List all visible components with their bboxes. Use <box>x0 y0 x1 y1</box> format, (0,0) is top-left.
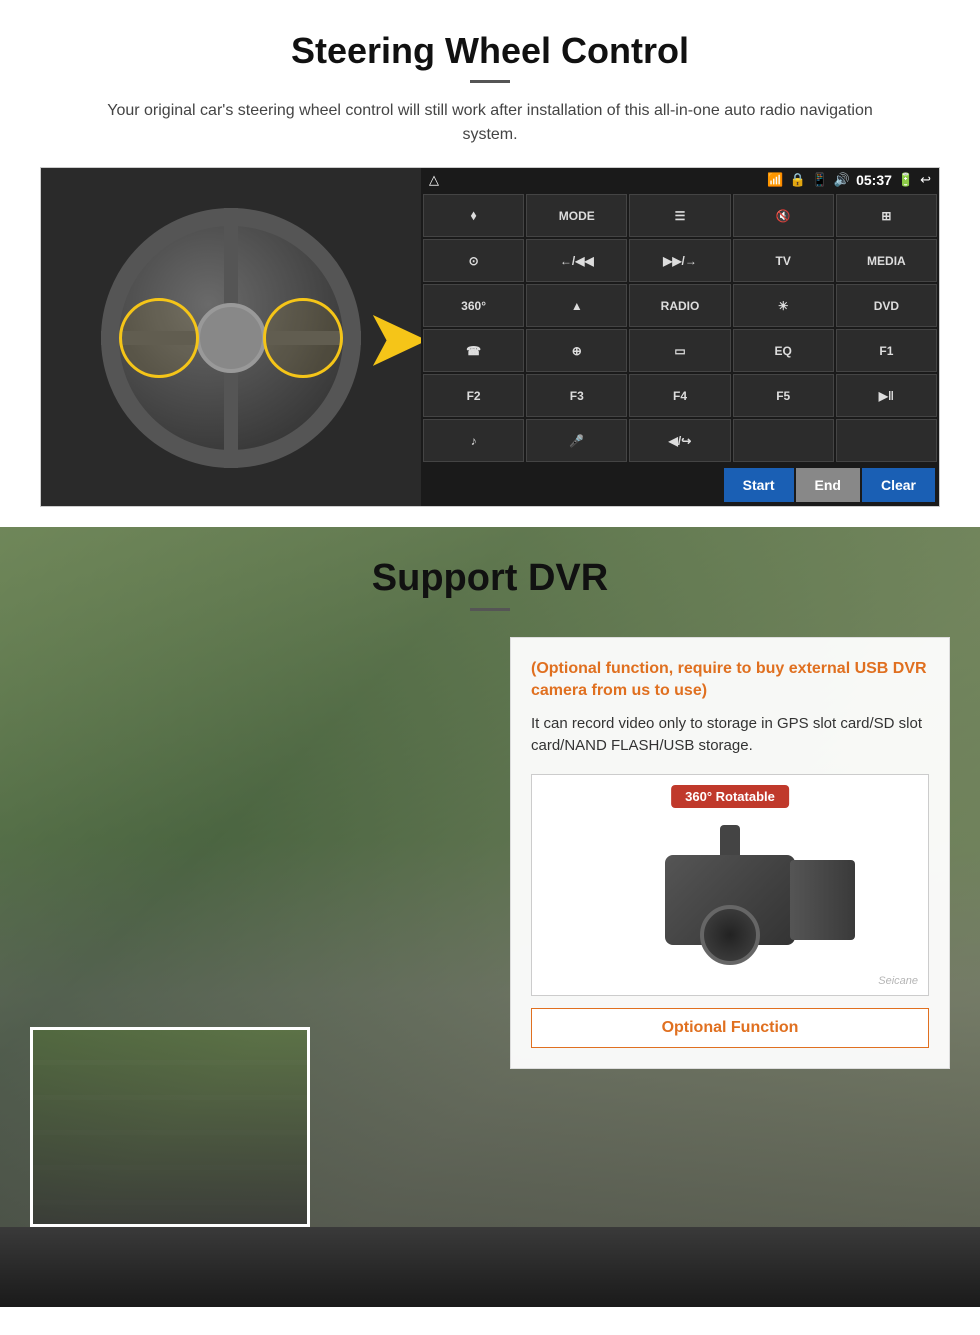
radio-button-grid[interactable]: ⬧ MODE ☰ 🔇 ⊞ ⊙ ←/◀◀ ▶▶/→ TV MEDIA 360° ▲… <box>421 192 939 464</box>
radio-btn-media[interactable]: MEDIA <box>836 239 937 282</box>
inset-road-graphic <box>33 1030 307 1224</box>
section-steering-wheel: Steering Wheel Control Your original car… <box>0 0 980 527</box>
radio-btn-f5[interactable]: F5 <box>733 374 834 417</box>
title-divider <box>470 80 510 83</box>
dvr-info-card: (Optional function, require to buy exter… <box>510 637 950 1069</box>
sw-highlight-left <box>119 298 199 378</box>
arrow-icon: ➤ <box>364 292 421 385</box>
radio-btn-screen[interactable]: ▭ <box>629 329 730 372</box>
radio-btn-radio[interactable]: RADIO <box>629 284 730 327</box>
dvr-body-text: It can record video only to storage in G… <box>531 713 929 758</box>
dvr-camera-box: 360° Rotatable ↺ Seicane <box>531 774 929 996</box>
radio-btn-brightness[interactable]: ☀ <box>733 284 834 327</box>
sw-center-hub <box>196 303 266 373</box>
radio-btn-mic[interactable]: 🎤 <box>526 419 627 462</box>
radio-btn-music[interactable]: ♪ <box>423 419 524 462</box>
radio-top-bar: △ 📶 🔒 📱 🔊 05:37 🔋 ↩ <box>421 168 939 192</box>
end-button[interactable]: End <box>796 468 860 502</box>
radio-btn-eject[interactable]: ▲ <box>526 284 627 327</box>
brand-watermark: Seicane <box>878 975 918 987</box>
steering-wheel-container: ➤ △ 📶 🔒 📱 🔊 05:37 🔋 ↩ ⬧ MODE <box>40 167 940 507</box>
dvr-title: Support DVR <box>0 557 980 600</box>
dashboard-strip <box>0 1227 980 1307</box>
dvr-title-divider <box>470 608 510 611</box>
camera-graphic: ↺ <box>552 795 908 975</box>
radio-btn-empty1 <box>733 419 834 462</box>
radio-btn-phone[interactable]: ☎ <box>423 329 524 372</box>
dvr-inset-image <box>30 1027 310 1227</box>
dvr-background: Support DVR (Optional function, require … <box>0 527 980 1307</box>
optional-function-button[interactable]: Optional Function <box>531 1008 929 1048</box>
section-dvr: Support DVR (Optional function, require … <box>0 527 980 1307</box>
radio-bottom-bar: Start End Clear <box>421 464 939 506</box>
radio-btn-prev[interactable]: ←/◀◀ <box>526 239 627 282</box>
radio-btn-settings[interactable]: ⊙ <box>423 239 524 282</box>
battery-icon: 🔋 <box>898 172 914 188</box>
clear-button[interactable]: Clear <box>862 468 935 502</box>
back-icon: ↩ <box>920 172 931 188</box>
lock-icon: 🔒 <box>790 172 806 188</box>
radio-btn-nav[interactable]: ⬧ <box>423 194 524 237</box>
radio-interface-panel: △ 📶 🔒 📱 🔊 05:37 🔋 ↩ ⬧ MODE ☰ 🔇 ⊞ <box>421 168 939 506</box>
radio-btn-tv[interactable]: TV <box>733 239 834 282</box>
radio-btn-volseek[interactable]: ◀/↪ <box>629 419 730 462</box>
dvr-title-area: Support DVR <box>0 527 980 631</box>
radio-btn-dvd[interactable]: DVD <box>836 284 937 327</box>
radio-btn-mute[interactable]: 🔇 <box>733 194 834 237</box>
start-button[interactable]: Start <box>724 468 794 502</box>
section-description: Your original car's steering wheel contr… <box>80 99 900 147</box>
radio-btn-f3[interactable]: F3 <box>526 374 627 417</box>
sw-highlight-right <box>263 298 343 378</box>
radio-btn-menu[interactable]: ☰ <box>629 194 730 237</box>
radio-btn-f2[interactable]: F2 <box>423 374 524 417</box>
radio-btn-next[interactable]: ▶▶/→ <box>629 239 730 282</box>
radio-btn-playpause[interactable]: ▶‖ <box>836 374 937 417</box>
radio-btn-f4[interactable]: F4 <box>629 374 730 417</box>
home-icon: △ <box>429 172 439 188</box>
radio-btn-web[interactable]: ⊕ <box>526 329 627 372</box>
status-icons: 📶 🔒 📱 🔊 05:37 🔋 ↩ <box>767 172 931 188</box>
sound-icon: 🔊 <box>834 172 850 188</box>
section-title: Steering Wheel Control <box>40 30 940 72</box>
camera-lens <box>700 905 760 965</box>
radio-btn-f1[interactable]: F1 <box>836 329 937 372</box>
screen-icon: 📱 <box>812 172 828 188</box>
camera-arm <box>790 860 855 940</box>
radio-btn-eq[interactable]: EQ <box>733 329 834 372</box>
radio-btn-mode[interactable]: MODE <box>526 194 627 237</box>
clock-display: 05:37 <box>856 172 892 188</box>
radio-btn-360[interactable]: 360° <box>423 284 524 327</box>
badge-360-rotatable: 360° Rotatable <box>671 785 789 808</box>
radio-btn-empty2 <box>836 419 937 462</box>
dvr-optional-warning: (Optional function, require to buy exter… <box>531 658 929 703</box>
wifi-icon: 📶 <box>767 172 783 188</box>
radio-btn-grid[interactable]: ⊞ <box>836 194 937 237</box>
steering-wheel-image: ➤ <box>41 168 421 507</box>
steering-wheel-graphic <box>101 208 361 468</box>
